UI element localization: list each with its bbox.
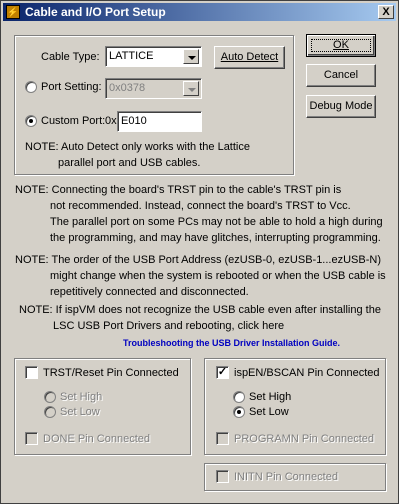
custom-port-input[interactable]: E010 bbox=[117, 111, 202, 132]
app-icon: ⚡ bbox=[6, 5, 20, 19]
port-setting-label: Port Setting: bbox=[41, 81, 102, 93]
usb-order-note-line: might change when the system is rebooted… bbox=[50, 270, 386, 282]
cable-port-setup-dialog: ⚡ Cable and I/O Port Setup X Cable Type:… bbox=[0, 0, 399, 504]
port-setting-value: 0x0378 bbox=[109, 82, 146, 94]
troubleshooting-link[interactable]: Troubleshooting the USB Driver Installat… bbox=[123, 338, 340, 348]
initn-pin-checkbox[interactable] bbox=[216, 470, 229, 483]
ok-button[interactable]: OK bbox=[306, 34, 376, 57]
chevron-down-icon[interactable] bbox=[183, 81, 199, 96]
port-setting-select[interactable]: 0x0378 bbox=[105, 78, 202, 99]
ispen-set-high-label: Set High bbox=[249, 391, 292, 403]
custom-port-value: E010 bbox=[121, 115, 147, 127]
ispen-checkbox-label: ispEN/BSCAN Pin Connected bbox=[234, 367, 380, 379]
initn-pin-label: INITN Pin Connected bbox=[234, 471, 338, 483]
done-pin-label: DONE Pin Connected bbox=[43, 433, 150, 445]
port-setting-radio[interactable] bbox=[25, 81, 37, 93]
cable-type-value: LATTICE bbox=[109, 50, 154, 62]
trst-set-low-radio[interactable] bbox=[44, 406, 56, 418]
cable-type-select[interactable]: LATTICE bbox=[105, 46, 202, 67]
trst-note-line: not recommended. Instead, connect the bo… bbox=[50, 200, 351, 212]
ispen-set-low-radio[interactable] bbox=[233, 406, 245, 418]
auto-detect-note-line1: NOTE: Auto Detect only works with the La… bbox=[25, 141, 250, 153]
usb-order-note-line: repetitively connected and disconnected. bbox=[50, 286, 249, 298]
title-bar: ⚡ Cable and I/O Port Setup X bbox=[3, 3, 396, 21]
programn-pin-checkbox[interactable] bbox=[216, 432, 229, 445]
auto-detect-label: Auto Detect bbox=[220, 51, 279, 63]
ok-button-label: OK bbox=[333, 39, 349, 51]
debug-mode-button[interactable]: Debug Mode bbox=[306, 95, 376, 118]
usb-order-note-line: NOTE: The order of the USB Port Address … bbox=[15, 254, 381, 266]
ispen-set-low-label: Set Low bbox=[249, 406, 289, 418]
trst-checkbox-label: TRST/Reset Pin Connected bbox=[43, 367, 179, 379]
trst-note-line: the programming, and may have glitches, … bbox=[50, 232, 381, 244]
cable-type-label: Cable Type: bbox=[41, 51, 100, 63]
trst-set-low-label: Set Low bbox=[60, 406, 100, 418]
trst-note-line: NOTE: Connecting the board's TRST pin to… bbox=[15, 184, 342, 196]
custom-port-prefix: 0x bbox=[105, 115, 117, 127]
close-button[interactable]: X bbox=[378, 5, 394, 19]
trst-set-high-label: Set High bbox=[60, 391, 103, 403]
debug-mode-button-label: Debug Mode bbox=[309, 100, 373, 112]
window-title: Cable and I/O Port Setup bbox=[25, 5, 166, 19]
custom-port-radio[interactable] bbox=[25, 115, 37, 127]
ispen-set-high-radio[interactable] bbox=[233, 391, 245, 403]
trst-set-high-radio[interactable] bbox=[44, 391, 56, 403]
trst-note-line: The parallel port on some PCs may not be… bbox=[50, 216, 383, 228]
auto-detect-button[interactable]: Auto Detect bbox=[214, 46, 285, 69]
done-pin-checkbox[interactable] bbox=[25, 432, 38, 445]
custom-port-label: Custom Port: bbox=[41, 115, 106, 127]
cancel-button-label: Cancel bbox=[323, 69, 359, 81]
auto-detect-note-line2: parallel port and USB cables. bbox=[58, 157, 201, 169]
cancel-button[interactable]: Cancel bbox=[306, 64, 376, 87]
trst-checkbox[interactable] bbox=[25, 366, 38, 379]
ispen-checkbox[interactable]: ✓ bbox=[216, 366, 229, 379]
ispvm-note-line: NOTE: If ispVM does not recognize the US… bbox=[19, 304, 381, 316]
chevron-down-icon[interactable] bbox=[183, 49, 199, 64]
programn-pin-label: PROGRAMN Pin Connected bbox=[234, 433, 374, 445]
ispvm-note-line: LSC USB Port Drivers and rebooting, clic… bbox=[53, 320, 285, 332]
